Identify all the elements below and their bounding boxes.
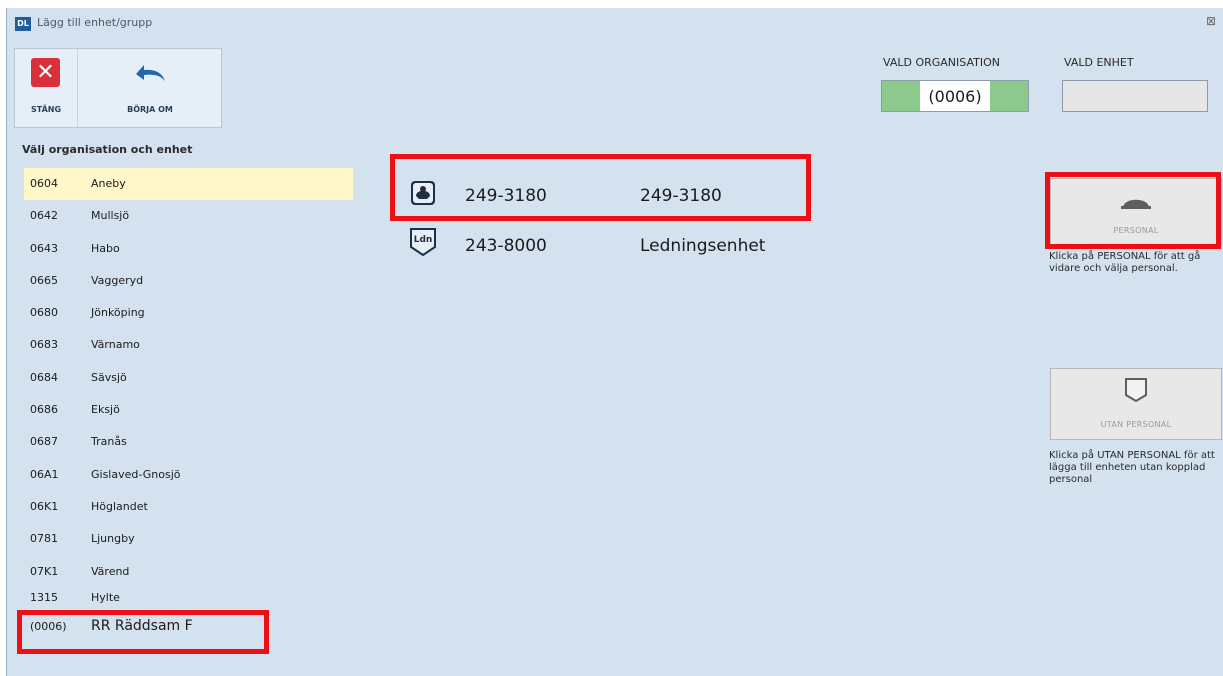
toolbar: ✕ STÄNG BÖRJA OM: [14, 48, 222, 128]
org-name: Hylte: [91, 590, 120, 604]
org-code: 0684: [30, 370, 58, 384]
org-name: Ljungby: [91, 532, 135, 546]
list-item[interactable]: 0684 Sävsjö: [24, 362, 353, 394]
title-bar: DL Lägg till enhet/grupp ⊠: [7, 8, 1223, 40]
org-code: 0643: [30, 241, 58, 255]
unit-code: 249-3180: [465, 186, 547, 206]
org-code: (0006): [30, 619, 67, 633]
helmet-icon: [1121, 199, 1151, 209]
restart-button[interactable]: BÖRJA OM: [77, 49, 222, 127]
list-item[interactable]: 0680 Jönköping: [24, 297, 353, 329]
org-name: Sävsjö: [91, 370, 127, 384]
list-item[interactable]: 06A1 Gislaved-Gnosjö: [24, 459, 353, 491]
close-button[interactable]: ✕ STÄNG: [15, 49, 77, 127]
close-button-label: STÄNG: [30, 105, 62, 114]
utan-personal-button-label: UTAN PERSONAL: [1100, 420, 1172, 429]
selected-unit-label: VALD ENHET: [1064, 56, 1134, 69]
org-accent-left: [882, 81, 920, 111]
unit-row[interactable]: 249-3180 249-3180: [407, 174, 813, 218]
org-name: Mullsjö: [91, 209, 130, 223]
close-icon: ✕: [31, 58, 60, 87]
org-name: Värend: [91, 564, 130, 578]
org-list-heading: Välj organisation och enhet: [22, 143, 193, 156]
list-item[interactable]: 06K1 Höglandet: [24, 491, 353, 523]
list-item[interactable]: 0683 Värnamo: [24, 329, 353, 361]
unit-row[interactable]: Ldn 243-8000 Ledningsenhet: [407, 224, 813, 268]
org-accent-right: [990, 81, 1028, 111]
undo-icon: [136, 65, 165, 81]
org-name: Aneby: [91, 177, 126, 190]
list-item[interactable]: 0604 Aneby: [24, 168, 353, 201]
personal-button[interactable]: PERSONAL: [1050, 178, 1222, 246]
list-item[interactable]: 0643 Habo: [24, 233, 353, 265]
dialog-window: DL Lägg till enhet/grupp ⊠ ✕ STÄNG BÖRJA…: [6, 8, 1223, 676]
org-code: 0687: [30, 435, 58, 449]
ldn-badge-text: Ldn: [414, 235, 433, 245]
org-code: 06A1: [30, 467, 59, 481]
org-name: Habo: [91, 241, 120, 255]
list-item[interactable]: 0642 Mullsjö: [24, 200, 353, 232]
org-code: 0683: [30, 338, 58, 352]
org-code: 0604: [30, 177, 58, 190]
org-name: Jönköping: [91, 306, 145, 320]
org-code: 07K1: [30, 564, 59, 578]
personal-hint: Klicka på PERSONAL för att gå vidare och…: [1049, 251, 1201, 274]
unit-name: Ledningsenhet: [640, 236, 766, 256]
selected-org-field: (0006): [881, 80, 1029, 112]
org-name: Höglandet: [91, 499, 148, 513]
list-item[interactable]: 0781 Ljungby: [24, 523, 353, 555]
org-name: Värnamo: [91, 338, 140, 352]
org-code: 0781: [30, 532, 58, 546]
helmet-badge-icon: [411, 181, 435, 205]
org-code: 1315: [30, 590, 58, 604]
window-title: Lägg till enhet/grupp: [37, 16, 153, 29]
unit-name: 249-3180: [640, 186, 722, 206]
list-item[interactable]: 0686 Eksjö: [24, 394, 353, 426]
utan-personal-hint: Klicka på UTAN PERSONAL för att lägga ti…: [1049, 450, 1215, 485]
org-name: Tranås: [91, 435, 127, 449]
list-item[interactable]: 1315 Hylte: [24, 588, 353, 608]
org-code: 0686: [30, 403, 58, 417]
selected-org-value: (0006): [928, 87, 982, 106]
utan-personal-button[interactable]: UTAN PERSONAL: [1050, 368, 1222, 440]
list-item-selected-org[interactable]: (0006) RR Räddsam F: [24, 608, 353, 640]
restart-button-label: BÖRJA OM: [127, 105, 173, 114]
window-close-icon[interactable]: ⊠: [1206, 14, 1216, 28]
org-code: 0665: [30, 273, 58, 287]
list-item[interactable]: 0687 Tranås: [24, 426, 353, 458]
org-name: RR Räddsam F: [91, 617, 193, 634]
org-list: 0604 Aneby 0642 Mullsjö 0643 Habo 0665 Vagge…: [24, 168, 353, 640]
list-item[interactable]: 07K1 Värend: [24, 556, 353, 588]
unit-code: 243-8000: [465, 236, 547, 256]
org-code: 0680: [30, 306, 58, 320]
org-name: Vaggeryd: [91, 273, 144, 287]
org-name: Gislaved-Gnosjö: [91, 467, 181, 481]
empty-badge-icon: [1125, 378, 1147, 403]
org-name: Eksjö: [91, 403, 120, 417]
app-icon: DL: [15, 17, 31, 31]
ldn-badge-icon: Ldn: [410, 228, 436, 256]
personal-button-label: PERSONAL: [1113, 226, 1159, 235]
list-item[interactable]: 0665 Vaggeryd: [24, 265, 353, 297]
org-code: 0642: [30, 209, 58, 223]
selected-unit-field: [1062, 80, 1208, 112]
org-code: 06K1: [30, 499, 59, 513]
selected-org-label: VALD ORGANISATION: [883, 56, 1000, 69]
